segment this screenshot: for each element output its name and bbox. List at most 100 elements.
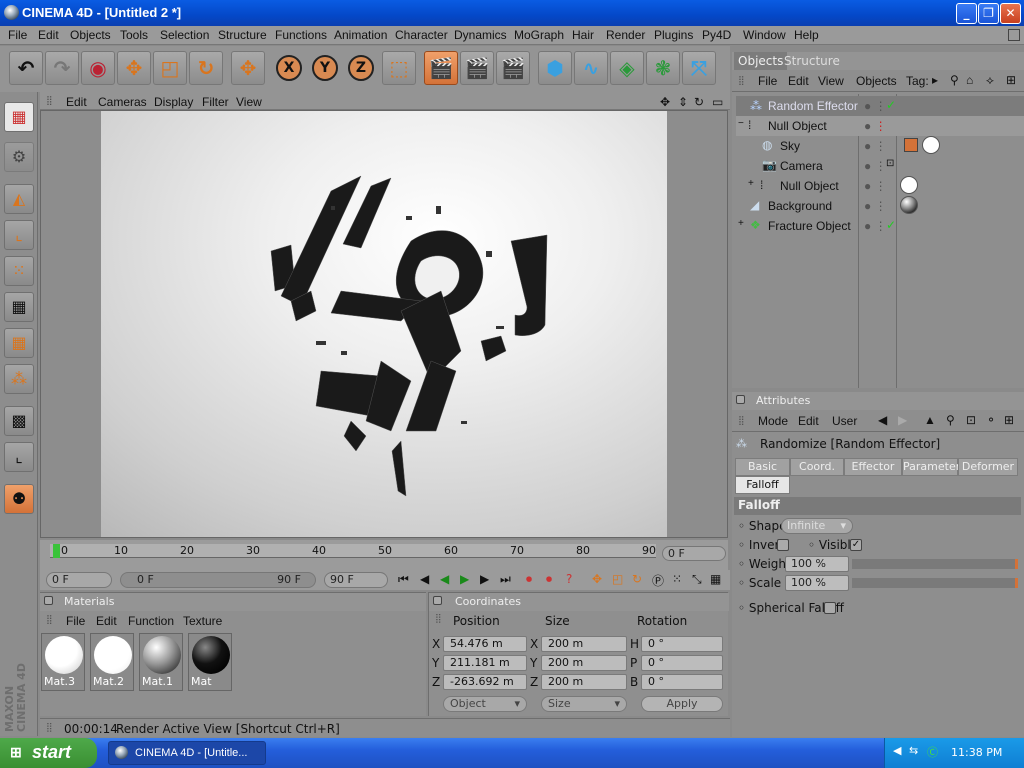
coord-mode-select[interactable]: Object ▾ [443,696,527,712]
tab-deformer[interactable]: Deformer [958,458,1018,476]
start-button[interactable]: ⊞ start [0,738,97,768]
menu-file[interactable]: File [8,28,27,42]
viewport-menu-cameras[interactable]: Cameras [98,95,147,109]
size-y-field[interactable]: 200 m [541,655,627,671]
render-picture-viewer-button[interactable]: 🎬 [460,51,494,85]
visibility-dots[interactable]: ● ⋮ [864,159,887,173]
menu-help[interactable]: Help [794,28,819,42]
new-panel-icon[interactable]: ⊞ [1004,413,1014,427]
materials-menu-edit[interactable]: Edit [96,614,117,628]
rotate-button[interactable]: ↻ [189,51,223,85]
scale-button[interactable]: ◰ [153,51,187,85]
panel-toggle-icon[interactable] [736,395,745,404]
key-rotation-icon[interactable]: ↻ [632,572,642,586]
tray-arrow-icon[interactable]: ◀ [893,744,901,757]
expand-arrow-icon[interactable]: ▸ [932,73,938,87]
back-arrow-icon[interactable]: ◀ [878,413,887,427]
array-button[interactable]: ❃ [646,51,680,85]
menu-plugins[interactable]: Plugins [654,28,693,42]
enabled-check-icon[interactable]: ✓ [886,98,896,112]
key-parameter-icon[interactable]: Ⓟ [652,572,664,589]
goto-start-icon[interactable]: ⏮ [398,572,409,587]
visibility-dots[interactable]: ● ⋮ [864,199,887,213]
home-icon[interactable]: ⌂ [966,73,973,87]
position-x-field[interactable]: 54.476 m [443,636,527,652]
enable-snapping-button[interactable]: ▩ [4,406,34,436]
end-frame-field[interactable]: 90 F [324,572,388,588]
interpolation-icon[interactable]: ⤡ [692,572,702,587]
menu-hair[interactable]: Hair [572,28,594,42]
menu-tools[interactable]: Tools [120,28,148,42]
viewport-maximize-icon[interactable]: ▭ [712,95,723,109]
object-row[interactable]: 📷 Camera ● ⋮ ⊡ [736,156,1024,176]
use-model-button[interactable]: ▦ [4,102,34,132]
menu-dynamics[interactable]: Dynamics [454,28,507,42]
menu-functions[interactable]: Functions [275,28,327,42]
material-tag-icon[interactable] [900,176,918,194]
timeline-ruler[interactable]: 0 10 20 30 40 50 60 70 80 90 [50,544,656,558]
visible-checkbox[interactable]: ✓ [850,539,862,551]
scale-slider[interactable] [852,578,1018,588]
menu-mograph[interactable]: MoGraph [514,28,564,42]
panel-toggle-icon[interactable] [433,596,442,605]
use-workplane-button[interactable]: ⌞ [4,220,34,250]
use-edges-button[interactable]: ▦ [4,292,34,322]
world-coords-button[interactable]: ⬚ [382,51,416,85]
rotation-b-field[interactable]: 0 ° [641,674,723,690]
tweak-button[interactable]: ⁂ [4,364,34,394]
spherical-falloff-checkbox[interactable] [824,602,836,614]
objects-menu-edit[interactable]: Edit [788,74,809,88]
material-tag-icon[interactable] [900,196,918,214]
visibility-dots[interactable]: ● ⋮ [864,179,887,193]
network-icon[interactable]: ⇆ [909,744,918,757]
use-polygons-button[interactable]: ▦ [4,328,34,358]
key-pla-icon[interactable]: ⁙ [672,572,682,586]
play-reverse-icon[interactable]: ◀ [440,572,449,586]
link-icon[interactable]: ⚬ [986,413,996,427]
menu-selection[interactable]: Selection [160,28,209,42]
material-swatch[interactable]: Mat.3 [41,633,85,691]
autokey-icon[interactable]: ⏺ [546,572,552,587]
invert-checkbox[interactable] [777,539,789,551]
panel-toggle-icon[interactable] [44,596,53,605]
display-tag-icon[interactable] [904,138,918,152]
visibility-dots[interactable]: ● ⋮ [864,119,887,133]
render-view-button[interactable]: 🎬 [424,51,458,85]
maximize-button[interactable]: ❐ [978,3,999,24]
viewport-menu-view[interactable]: View [236,95,262,109]
x-axis-button[interactable]: X [276,55,302,81]
layer-icon[interactable]: ⟡ [986,73,994,88]
search-icon[interactable]: ⚲ [946,413,955,427]
start-frame-field[interactable]: 0 F [46,572,112,588]
minimize-button[interactable]: _ [956,3,977,24]
redo-button[interactable]: ↷ [45,51,79,85]
shape-select[interactable]: Infinite ▾ [781,518,853,534]
menu-render[interactable]: Render [606,28,645,42]
scheme-icon[interactable]: ▦ [710,572,721,586]
viewport-rotate-icon[interactable]: ↻ [694,95,704,109]
expand-icon[interactable]: + [738,218,744,229]
object-row[interactable]: − ⁞ Null Object ● ⋮ [736,116,1024,136]
range-slider[interactable]: 0 F 90 F [120,572,316,588]
keyframe-selection-icon[interactable]: ? [566,572,572,586]
tab-structure[interactable]: Structure [780,52,844,70]
goto-end-icon[interactable]: ⏭ [500,572,511,587]
menu-objects[interactable]: Objects [70,28,111,42]
rotation-h-field[interactable]: 0 ° [641,636,723,652]
enable-axis-button[interactable]: ⌞ [4,442,34,472]
tab-basic[interactable]: Basic [735,458,790,476]
use-texture-button[interactable]: ◭ [4,184,34,214]
attributes-menu-mode[interactable]: Mode [758,414,788,428]
tab-effector[interactable]: Effector [844,458,902,476]
material-swatch[interactable]: Mat.2 [90,633,134,691]
material-tag-icon[interactable] [922,136,940,154]
prev-frame-icon[interactable]: ◀ [420,572,429,586]
viewport-pan-icon[interactable]: ✥ [660,95,670,109]
lock-icon[interactable]: ⊡ [966,413,976,427]
materials-menu-texture[interactable]: Texture [183,614,222,628]
forward-arrow-icon[interactable]: ▶ [898,413,907,427]
deformer-button[interactable]: ⤧ [682,51,716,85]
material-swatch[interactable]: Mat.1 [139,633,183,691]
menu-animation[interactable]: Animation [334,28,387,42]
next-frame-icon[interactable]: ▶ [480,572,489,586]
